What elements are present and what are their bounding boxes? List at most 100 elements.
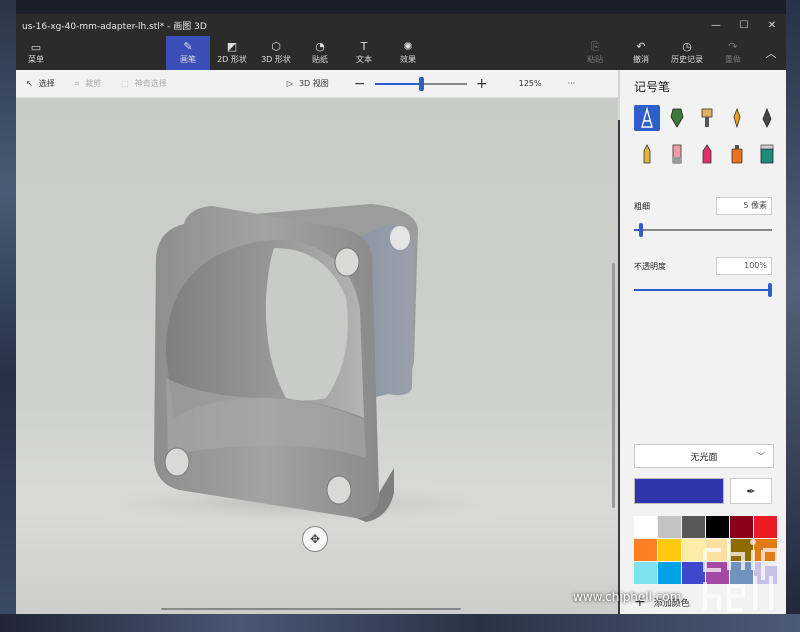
thickness-slider[interactable] [634, 223, 772, 237]
select-button[interactable]: ↖ 选择 [16, 78, 65, 89]
spray-can-icon [731, 145, 743, 164]
current-color-swatch[interactable] [634, 478, 724, 504]
crop-button[interactable]: ⌗ 裁剪 [65, 78, 112, 89]
magic-select-button[interactable]: ⬚ 神奇选择 [111, 78, 177, 89]
brush-watercolor[interactable] [724, 105, 750, 131]
tab-effects[interactable]: ✺ 效果 [386, 36, 430, 70]
sub-toolbar: ↖ 选择 ⌗ 裁剪 ⬚ 神奇选择 ▷ 3D 视图 − + 125% ··· [16, 70, 618, 98]
thickness-input[interactable]: 5 像素 [716, 197, 772, 215]
brush-oil[interactable] [694, 105, 720, 131]
color-row: ✒ [634, 478, 772, 504]
zoom-control: − + 125% ··· [353, 76, 576, 92]
tab-label: 文本 [356, 55, 372, 64]
opacity-input[interactable]: 100% [716, 257, 772, 275]
desktop-background-left [0, 0, 16, 632]
title-bar: us-16-xg-40-mm-adapter-lh.stl* - 画图 3D —… [16, 14, 786, 36]
palette-color-swatch[interactable] [634, 539, 657, 561]
history-tools: ⎘ 粘贴 ↶ 撤消 ◷ 历史记录 ↷ 重做 ︿ [572, 36, 786, 70]
calligraphy-pen-icon [670, 108, 684, 128]
watercolor-icon [733, 107, 741, 129]
zoom-out-button[interactable]: − [353, 76, 367, 92]
opacity-slider[interactable] [634, 283, 772, 297]
tab-brushes[interactable]: ✎ 画笔 [166, 36, 210, 70]
sticker-icon: ◔ [315, 40, 325, 53]
undo-button[interactable]: ↶ 撤消 [618, 36, 664, 70]
canvas-3d-viewport[interactable]: ✥ [16, 98, 618, 614]
tab-label: 画笔 [180, 55, 196, 64]
palette-color-swatch[interactable] [658, 516, 681, 538]
maximize-button[interactable]: ☐ [730, 20, 758, 31]
minimize-button[interactable]: — [702, 20, 730, 31]
brush-eraser[interactable] [664, 141, 690, 167]
undo-icon: ↶ [636, 40, 646, 53]
brush-pencil[interactable] [634, 141, 660, 167]
oil-brush-icon [701, 108, 713, 127]
fill-bucket-icon [760, 144, 774, 164]
tab-2d-shapes[interactable]: ◩ 2D 形状 [210, 36, 254, 70]
brush-marker[interactable] [634, 105, 660, 131]
tab-label: 效果 [400, 55, 416, 64]
tab-stickers[interactable]: ◔ 贴纸 [298, 36, 342, 70]
brush-fill[interactable] [754, 141, 780, 167]
crayon-icon [702, 144, 712, 164]
hole-bottom-left [164, 447, 190, 477]
vertical-scrollbar[interactable] [612, 263, 615, 508]
zoom-slider-fill [374, 82, 421, 85]
hole-bottom-right [326, 475, 352, 505]
marker-icon [641, 107, 653, 128]
finish-value: 无光面 [690, 452, 718, 463]
opacity-slider-thumb[interactable] [768, 283, 772, 297]
chevron-down-icon: ﹀ [757, 451, 765, 461]
horizontal-scrollbar[interactable] [161, 608, 461, 610]
paint3d-window: us-16-xg-40-mm-adapter-lh.stl* - 画图 3D —… [16, 14, 786, 614]
zoom-slider-thumb[interactable] [418, 76, 424, 91]
thickness-row: 粗细 5 像素 [634, 197, 772, 215]
view3d-button[interactable]: ▷ 3D 视图 [277, 78, 339, 89]
desktop-background-bottom [0, 614, 800, 632]
magic-select-icon: ⬚ [121, 79, 129, 88]
crop-icon: ⌗ [74, 78, 80, 88]
history-icon: ◷ [682, 40, 692, 53]
brush-grid [634, 105, 774, 167]
eyedropper-button[interactable]: ✒ [730, 478, 772, 504]
pixel-pen-icon [762, 107, 772, 128]
zoom-in-button[interactable]: + [475, 76, 489, 92]
brush-crayon[interactable] [694, 141, 720, 167]
zoom-slider[interactable] [374, 76, 467, 91]
magic-select-label: 神奇选择 [134, 79, 167, 88]
brush-spray-can[interactable] [724, 141, 750, 167]
text-icon: T [360, 40, 368, 53]
view3d-label: 3D 视图 [298, 79, 329, 88]
menu-button[interactable]: ▭ 菜单 [16, 36, 56, 70]
paste-label: 粘贴 [587, 55, 603, 64]
brush-pixel-pen[interactable] [754, 105, 780, 131]
paste-button[interactable]: ⎘ 粘贴 [572, 36, 618, 70]
tab-label: 贴纸 [312, 55, 328, 64]
chiphell-watermark-logo [703, 538, 779, 612]
tab-text[interactable]: T 文本 [342, 36, 386, 70]
view-rotate-control[interactable]: ✥ [302, 526, 328, 552]
palette-color-swatch[interactable] [634, 516, 657, 538]
tool-tabs: ✎ 画笔 ◩ 2D 形状 ⬡ 3D 形状 ◔ 贴纸 T 文本 ✺ 效果 [166, 36, 768, 614]
thickness-slider-track [634, 229, 772, 231]
menu-icon: ▭ [30, 41, 42, 54]
more-options-button[interactable]: ··· [568, 79, 576, 88]
tab-3d-shapes[interactable]: ⬡ 3D 形状 [254, 36, 298, 70]
thickness-label: 粗细 [634, 201, 650, 211]
redo-button[interactable]: ↷ 重做 [710, 36, 756, 70]
redo-icon: ↷ [728, 40, 738, 53]
palette-color-swatch[interactable] [658, 539, 681, 561]
finish-dropdown[interactable]: 无光面 ﹀ [634, 444, 774, 468]
palette-color-swatch[interactable] [634, 562, 657, 584]
history-button[interactable]: ◷ 历史记录 [664, 36, 710, 70]
window-title: us-16-xg-40-mm-adapter-lh.stl* - 画图 3D [22, 21, 207, 32]
chevron-up-icon: ︿ [765, 46, 777, 60]
crop-label: 裁剪 [85, 79, 102, 88]
brush-calligraphy-pen[interactable] [664, 105, 690, 131]
collapse-toolbar-button[interactable]: ︿ [756, 36, 786, 70]
close-button[interactable]: ✕ [758, 20, 786, 31]
thickness-slider-thumb[interactable] [639, 223, 643, 237]
watermark-url: www.chiphell.com [573, 590, 682, 604]
undo-label: 撤消 [633, 55, 649, 64]
palette-color-swatch[interactable] [658, 562, 681, 584]
